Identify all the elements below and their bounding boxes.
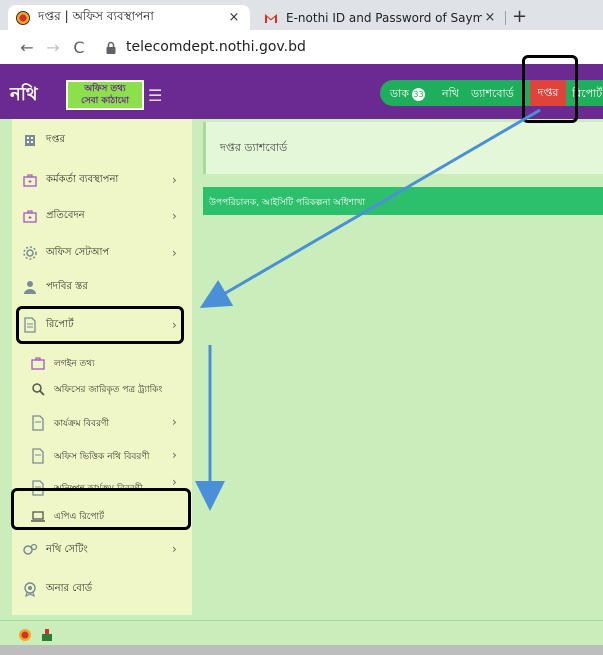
sidebar-item-designation-level[interactable]: পদবির স্তর <box>22 277 88 297</box>
address-bar: ← → C telecomdept.nothi.gov.bd <box>0 30 603 64</box>
sidebar-item-label: অফিসের জারিকৃত পত্র ট্র্যাকিং <box>54 384 163 395</box>
search-icon <box>30 381 46 397</box>
back-arrow-icon[interactable]: ← <box>14 38 40 57</box>
sidebar-item-office-setup[interactable]: অফিস সেটআপ <box>22 243 109 263</box>
app-header: নথি অফিস তথ্য সেবা কাঠামো ☰ ডাক 33 নথি ড্… <box>0 64 603 119</box>
sidebar-item-label: অফিস ভিত্তিক নথি বিবরণী <box>54 451 150 462</box>
hamburger-icon[interactable]: ☰ <box>148 86 162 105</box>
sidebar-subitem-activity-statement[interactable]: কার্যক্রম বিবরণী <box>30 413 109 433</box>
tab-close-icon[interactable]: × <box>482 10 498 25</box>
settings-icon <box>22 542 38 558</box>
nothi-favicon-icon <box>16 10 30 25</box>
designation-text: উপপরিচালক, আইসিটি পরিকল্পনা অধিশাখা <box>209 198 366 208</box>
chevron-right-icon: › <box>172 448 177 462</box>
sidebar-item-label: নথি সেটিং <box>46 543 88 555</box>
sidebar-item-label: পদবির স্তর <box>46 280 88 292</box>
reload-icon[interactable]: C <box>66 38 92 57</box>
nav-nothi[interactable]: নথি <box>442 85 459 104</box>
new-tab-button[interactable]: + <box>512 6 527 27</box>
chevron-right-icon: › <box>172 542 177 556</box>
nav-dak[interactable]: ডাক 33 <box>390 85 425 104</box>
notification-icon[interactable] <box>40 627 54 646</box>
nothi-app-icon[interactable] <box>18 627 32 646</box>
tab-title: E-nothi ID and Password of Saym <box>286 10 482 25</box>
dak-count-badge: 33 <box>411 88 425 101</box>
logo-box: অফিস তথ্য সেবা কাঠামো <box>66 80 144 110</box>
annotation-box-report <box>16 306 184 344</box>
url-text[interactable]: telecomdept.nothi.gov.bd <box>126 39 306 55</box>
user-icon <box>22 279 38 295</box>
footer-divider <box>0 620 603 621</box>
designation-bar: উপপরিচালক, আইসিটি পরিকল্পনা অধিশাখা <box>203 187 603 215</box>
tab-close-icon[interactable]: × <box>226 10 242 25</box>
building-icon <box>22 132 38 148</box>
page-title: দপ্তর ড্যাশবোর্ড <box>220 141 288 154</box>
sidebar-item-daptar[interactable]: দপ্তর <box>22 130 65 150</box>
browser-tab-strip: দপ্তর | অফিস ব্যবস্থাপনা × E-nothi ID an… <box>0 0 603 30</box>
award-icon <box>22 581 38 598</box>
sidebar-subitem-office-nothi-statement[interactable]: অফিস ভিত্তিক নথি বিবরণী <box>30 446 149 466</box>
annotation-box-apa-report <box>11 488 191 530</box>
sidebar-item-reports-submission[interactable]: প্রতিবেদন <box>22 206 85 226</box>
briefcase-icon <box>22 172 38 188</box>
document-icon <box>30 415 46 431</box>
logo-line-1: অফিস তথ্য <box>84 84 126 94</box>
gear-icon <box>22 245 38 261</box>
horizontal-scrollbar[interactable] <box>0 645 603 655</box>
chevron-right-icon: › <box>172 475 177 489</box>
sidebar-item-label: অফিস সেটআপ <box>46 246 110 258</box>
sidebar-subitem-login-info[interactable]: লগইন তথ্য <box>30 353 95 373</box>
tab-title: দপ্তর | অফিস ব্যবস্থাপনা <box>38 8 154 23</box>
taskbar-icons <box>18 627 54 646</box>
sidebar-item-label: কর্মকর্তা ব্যবস্থাপনা <box>46 173 119 185</box>
document-icon <box>30 448 46 464</box>
gmail-icon <box>264 11 278 25</box>
nav-dak-label: ডাক <box>390 87 409 100</box>
sidebar-item-nothi-setting[interactable]: নথি সেটিং <box>22 540 88 560</box>
logo-line-2: সেবা কাঠামো <box>81 96 129 106</box>
chevron-right-icon: › <box>172 246 177 260</box>
browser-tab-active[interactable]: দপ্তর | অফিস ব্যবস্থাপনা × <box>8 5 250 30</box>
chevron-right-icon: › <box>172 415 177 429</box>
sidebar-item-label: কার্যক্রম বিবরণী <box>54 418 110 429</box>
nav-dashboard[interactable]: ড্যাশবোর্ড <box>471 85 514 104</box>
annotation-box-daptar <box>522 55 578 123</box>
briefcase-icon <box>30 355 46 371</box>
sidebar-item-label: অনার বোর্ড <box>46 582 93 594</box>
sidebar: দপ্তর কর্মকর্তা ব্যবস্থাপনা › প্রতিবেদন … <box>12 119 192 615</box>
sidebar-item-label: দপ্তর <box>46 133 65 145</box>
tab-divider <box>505 11 506 25</box>
sidebar-item-officer-management[interactable]: কর্মকর্তা ব্যবস্থাপনা <box>22 170 118 190</box>
logo-text: নথি <box>10 84 38 105</box>
sidebar-item-honor-board[interactable]: অনার বোর্ড <box>22 579 92 599</box>
sidebar-item-label: প্রতিবেদন <box>46 209 85 221</box>
chevron-right-icon: › <box>172 173 177 187</box>
chevron-right-icon: › <box>172 209 177 223</box>
forward-arrow-icon[interactable]: → <box>40 38 66 57</box>
sidebar-subitem-letter-tracking[interactable]: অফিসের জারিকৃত পত্র ট্র্যাকিং <box>30 379 162 399</box>
briefcase-icon <box>22 208 38 224</box>
lock-icon <box>104 40 118 54</box>
sidebar-item-label: লগইন তথ্য <box>54 358 95 369</box>
breadcrumb: দপ্তর ড্যাশবোর্ড <box>203 122 603 174</box>
browser-tab-gmail[interactable]: E-nothi ID and Password of Saym × <box>256 5 506 30</box>
